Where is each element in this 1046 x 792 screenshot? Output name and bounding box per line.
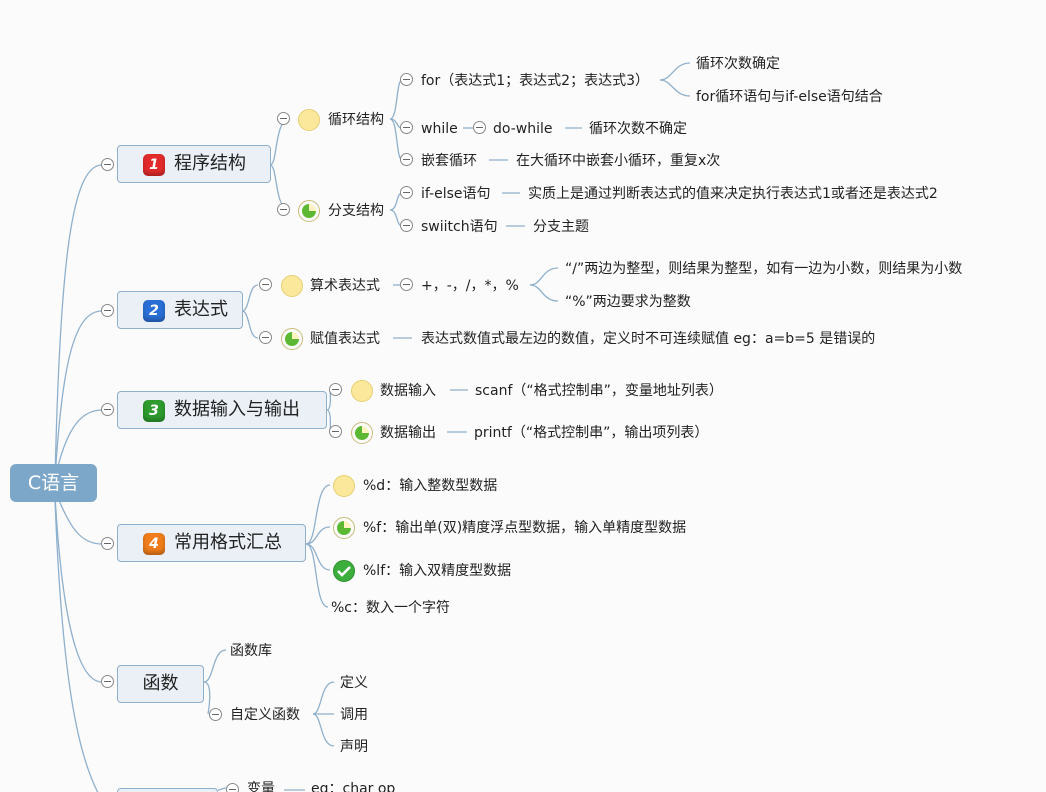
main-topic-expressions[interactable]: 2 表达式 <box>117 291 243 329</box>
main-topic-program-structure[interactable]: 1 程序结构 <box>117 145 271 183</box>
variable[interactable]: 变量 <box>247 780 275 792</box>
variable-note[interactable]: eg：char op <box>311 780 395 792</box>
function-definition[interactable]: 定义 <box>340 674 368 692</box>
function-call[interactable]: 调用 <box>340 706 368 724</box>
operators[interactable]: +，-，/，*，% <box>421 277 519 295</box>
root-topic[interactable]: C语言 <box>10 464 97 502</box>
main-topic-label: 表达式 <box>174 299 228 320</box>
collapse-toggle-icon[interactable] <box>226 783 239 792</box>
while-loop[interactable]: while <box>421 120 458 138</box>
collapse-toggle-icon[interactable] <box>277 112 290 125</box>
collapse-toggle-icon[interactable] <box>400 121 413 134</box>
collapse-toggle-icon[interactable] <box>101 403 114 416</box>
main-topic-functions[interactable]: 函数 <box>117 665 204 703</box>
mindmap-canvas[interactable]: C语言 1 程序结构 2 表达式 3 数据输入与输出 4 常用格式汇总 函数 循… <box>0 0 1046 792</box>
branch-structure[interactable]: 分支结构 <box>328 202 384 220</box>
collapse-toggle-icon[interactable] <box>277 203 290 216</box>
main-topic-label: 数据输入与输出 <box>174 399 300 420</box>
priority-2-icon: 2 <box>143 300 165 322</box>
function-library[interactable]: 函数库 <box>230 642 272 660</box>
switch-statement[interactable]: swiitch语句 <box>421 218 498 236</box>
collapse-toggle-icon[interactable] <box>101 675 114 688</box>
collapse-toggle-icon[interactable] <box>329 383 342 396</box>
main-topic-data-io[interactable]: 3 数据输入与输出 <box>117 391 327 429</box>
switch-note[interactable]: 分支主题 <box>533 218 589 236</box>
progress-pie-icon <box>298 200 320 222</box>
collapse-toggle-icon[interactable] <box>101 537 114 550</box>
priority-4-icon: 4 <box>143 533 165 555</box>
main-topic-label: 函数 <box>142 673 179 694</box>
modulo-note[interactable]: “%”两边要求为整数 <box>565 293 691 311</box>
collapse-toggle-icon[interactable] <box>329 425 342 438</box>
scanf-note[interactable]: scanf（“格式控制串”，变量地址列表） <box>475 382 723 400</box>
data-input[interactable]: 数据输入 <box>380 382 436 400</box>
format-lf[interactable]: %lf：输入双精度型数据 <box>363 562 511 580</box>
main-topic-label: 程序结构 <box>174 153 246 174</box>
collapse-toggle-icon[interactable] <box>473 121 486 134</box>
progress-empty-icon <box>298 109 320 131</box>
if-else-statement[interactable]: if-else语句 <box>421 185 491 203</box>
main-topic-partial[interactable] <box>117 788 218 792</box>
collapse-toggle-icon[interactable] <box>209 708 222 721</box>
priority-1-icon: 1 <box>143 154 165 176</box>
format-f[interactable]: %f：输出单(双)精度浮点型数据，输入单精度型数据 <box>363 519 686 537</box>
collapse-toggle-icon[interactable] <box>400 219 413 232</box>
progress-empty-icon <box>351 380 373 402</box>
custom-function[interactable]: 自定义函数 <box>230 706 300 724</box>
collapse-toggle-icon[interactable] <box>259 331 272 344</box>
progress-empty-icon <box>333 475 355 497</box>
main-topic-format-summary[interactable]: 4 常用格式汇总 <box>117 524 306 562</box>
if-else-note[interactable]: 实质上是通过判断表达式的值来决定执行表达式1或者还是表达式2 <box>528 185 938 203</box>
collapse-toggle-icon[interactable] <box>400 186 413 199</box>
collapse-toggle-icon[interactable] <box>400 73 413 86</box>
format-d[interactable]: %d：输入整数型数据 <box>363 477 497 495</box>
assignment-note[interactable]: 表达式数值式最左边的数值，定义时不可连续赋值 eg：a=b=5 是错误的 <box>421 330 875 348</box>
collapse-toggle-icon[interactable] <box>101 304 114 317</box>
division-note[interactable]: “/”两边为整型，则结果为整型，如有一边为小数，则结果为小数 <box>565 260 962 278</box>
collapse-toggle-icon[interactable] <box>400 153 413 166</box>
checkmark-icon <box>333 560 355 582</box>
for-loop[interactable]: for（表达式1；表达式2；表达式3） <box>421 72 649 90</box>
progress-pie-icon <box>351 422 373 444</box>
priority-3-icon: 3 <box>143 400 165 422</box>
collapse-toggle-icon[interactable] <box>400 278 413 291</box>
nested-note[interactable]: 在大循环中嵌套小循环，重复x次 <box>516 152 720 170</box>
data-output[interactable]: 数据输出 <box>380 424 436 442</box>
for-note-1[interactable]: 循环次数确定 <box>696 55 780 73</box>
assignment-expression[interactable]: 赋值表达式 <box>310 330 380 348</box>
while-note[interactable]: 循环次数不确定 <box>589 120 687 138</box>
do-while-loop[interactable]: do-while <box>493 120 552 138</box>
function-declaration[interactable]: 声明 <box>340 738 368 756</box>
main-topic-label: 常用格式汇总 <box>174 532 282 553</box>
nested-loop[interactable]: 嵌套循环 <box>421 152 477 170</box>
collapse-toggle-icon[interactable] <box>259 278 272 291</box>
progress-pie-icon <box>281 328 303 350</box>
format-c[interactable]: %c：数入一个字符 <box>331 599 450 617</box>
progress-pie-icon <box>333 517 355 539</box>
progress-empty-icon <box>281 275 303 297</box>
arithmetic-expression[interactable]: 算术表达式 <box>310 277 380 295</box>
loop-structure[interactable]: 循环结构 <box>328 111 384 129</box>
collapse-toggle-icon[interactable] <box>101 158 114 171</box>
printf-note[interactable]: printf（“格式控制串”，输出项列表） <box>474 424 708 442</box>
for-note-2[interactable]: for循环语句与if-else语句结合 <box>696 88 883 106</box>
